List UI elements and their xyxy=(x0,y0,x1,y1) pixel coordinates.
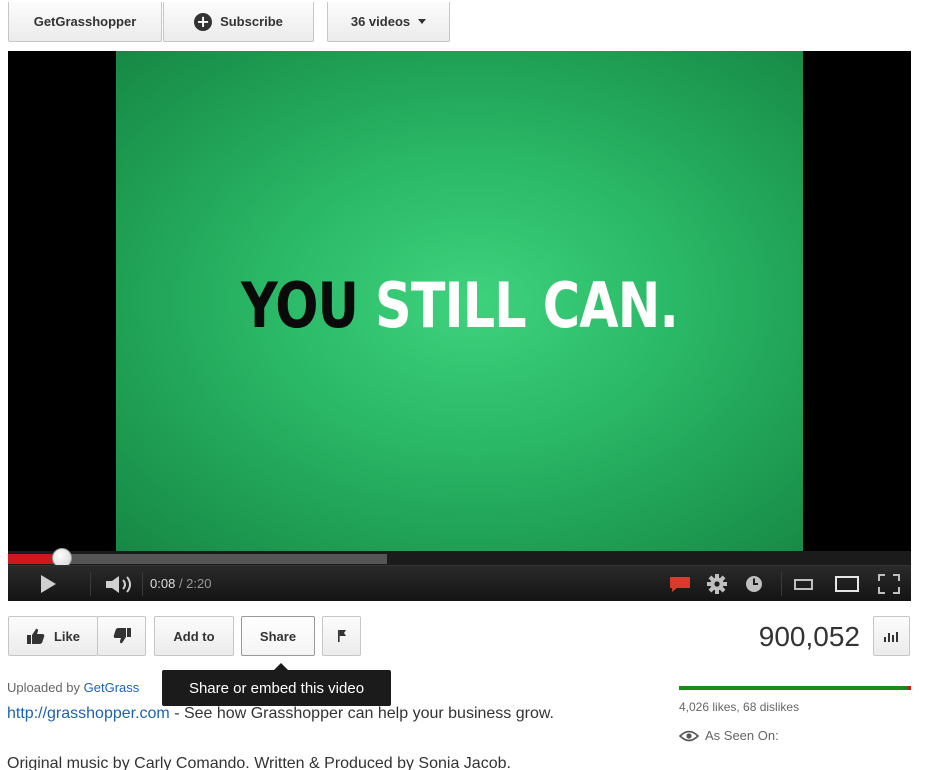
chevron-down-icon xyxy=(418,19,427,24)
large-player-icon xyxy=(835,576,859,592)
uploaded-by-prefix: Uploaded by xyxy=(7,680,80,695)
current-time: 0:08 xyxy=(150,576,176,591)
fullscreen-button[interactable] xyxy=(872,566,906,602)
small-player-button[interactable] xyxy=(788,566,820,602)
flag-button[interactable] xyxy=(322,616,361,656)
website-link[interactable]: http://grasshopper.com xyxy=(7,705,170,722)
large-player-button[interactable] xyxy=(829,566,865,602)
thumbs-up-icon xyxy=(26,628,45,644)
gear-icon xyxy=(707,574,727,594)
volume-button[interactable] xyxy=(100,566,140,602)
time-display: 0:08 / 2:20 xyxy=(150,576,211,591)
stats-button[interactable] xyxy=(873,616,910,656)
channel-name: GetGrasshopper xyxy=(33,14,137,29)
description-url-line: http://grasshopper.com - See how Grassho… xyxy=(7,705,554,723)
play-icon xyxy=(41,575,56,593)
uploaded-by-line: Uploaded by GetGrass xyxy=(7,680,139,695)
player-controls: 0:08 / 2:20 xyxy=(8,565,911,601)
volume-icon xyxy=(106,576,131,593)
description-tagline: - See how Grasshopper can help your busi… xyxy=(169,705,554,722)
video-frame[interactable]: YOU STILL CAN. xyxy=(116,51,803,551)
like-dislike-ratio-bar xyxy=(679,686,911,690)
uploader-link[interactable]: GetGrass xyxy=(84,680,140,695)
as-seen-on-label: As Seen On: xyxy=(705,728,779,743)
eye-icon xyxy=(679,730,699,741)
tooltip-text: Share or embed this video xyxy=(188,679,365,697)
video-headline: YOU STILL CAN. xyxy=(178,269,741,342)
control-divider xyxy=(142,572,143,596)
headline-words-still-can: STILL CAN. xyxy=(374,269,679,342)
video-player[interactable]: YOU STILL CAN. 0:08 / 2:20 xyxy=(8,51,911,601)
subscribe-label: Subscribe xyxy=(220,14,283,29)
share-button[interactable]: Share xyxy=(241,616,315,656)
share-label: Share xyxy=(259,628,297,644)
like-label: Like xyxy=(53,628,80,644)
thumbs-down-icon xyxy=(113,628,131,644)
watch-later-button[interactable] xyxy=(738,566,770,602)
videos-label: 36 videos xyxy=(350,14,411,29)
annotations-button[interactable] xyxy=(664,566,696,602)
subscribe-button[interactable]: + Subscribe xyxy=(163,2,314,42)
add-to-button[interactable]: Add to xyxy=(154,616,234,656)
stats-bars-icon xyxy=(883,632,898,642)
action-bar: Like Add to Share 900,052 xyxy=(0,616,940,660)
small-player-icon xyxy=(794,579,813,590)
control-divider xyxy=(781,572,782,596)
play-button[interactable] xyxy=(30,566,66,602)
duration: / 2:20 xyxy=(178,576,212,591)
progress-bar[interactable] xyxy=(8,548,911,568)
fullscreen-icon xyxy=(878,574,900,594)
share-tooltip: Share or embed this video xyxy=(162,663,391,706)
speech-bubble-icon xyxy=(670,577,690,592)
clock-icon xyxy=(746,576,762,592)
plus-icon: + xyxy=(194,12,213,31)
as-seen-on[interactable]: As Seen On: xyxy=(679,728,779,743)
dislike-button[interactable] xyxy=(97,616,146,656)
like-button[interactable]: Like xyxy=(8,616,98,656)
likes-dislikes-count: 4,026 likes, 68 dislikes xyxy=(679,700,800,714)
add-to-label: Add to xyxy=(173,628,215,644)
flag-icon xyxy=(337,630,346,642)
headline-word-you: YOU xyxy=(241,269,359,342)
videos-dropdown-button[interactable]: 36 videos xyxy=(327,2,450,42)
settings-button[interactable] xyxy=(701,566,733,602)
channel-bar: GetGrasshopper + Subscribe 36 videos xyxy=(0,0,940,48)
description-credits: Original music by Carly Comando. Written… xyxy=(7,755,511,770)
control-divider xyxy=(90,572,91,596)
view-count: 900,052 xyxy=(758,621,860,652)
like-ratio-fill xyxy=(679,686,908,690)
channel-name-button[interactable]: GetGrasshopper xyxy=(8,2,162,42)
